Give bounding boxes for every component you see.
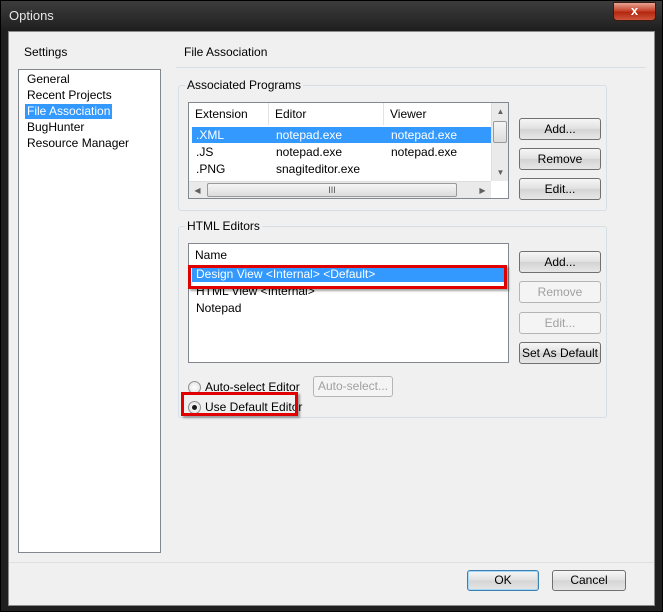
column-header-name[interactable]: Name (189, 244, 508, 266)
scroll-down-icon[interactable]: ▼ (492, 164, 508, 181)
ok-button[interactable]: OK (467, 570, 539, 591)
vertical-scrollbar[interactable]: ▲ ▼ (491, 103, 508, 181)
table-row[interactable]: .JS notepad.exe notepad.exe (192, 144, 492, 160)
title-bar[interactable]: Options x (1, 1, 662, 31)
close-icon: x (630, 3, 639, 18)
cell-editor: notepad.exe (276, 145, 343, 159)
column-header-extension[interactable]: Extension (189, 103, 269, 125)
settings-item-resource-manager[interactable]: Resource Manager (25, 136, 131, 151)
cell-extension: .PNG (196, 162, 226, 176)
settings-item-file-association[interactable]: File Association (25, 104, 113, 119)
dialog-client-area: Settings General Recent Projects File As… (8, 31, 655, 606)
column-header-editor[interactable]: Editor (269, 103, 384, 125)
associated-edit-button[interactable]: Edit... (519, 178, 601, 200)
associated-programs-group: Associated Programs Extension Editor Vie… (178, 78, 607, 211)
use-default-editor-highlight (181, 392, 298, 416)
associated-add-button[interactable]: Add... (519, 118, 601, 140)
settings-item-general[interactable]: General (25, 72, 72, 87)
footer-separator (9, 562, 654, 563)
auto-select-button[interactable]: Auto-select... (313, 376, 393, 397)
html-editors-list[interactable]: Name Design View <Internal> <Default> HT… (188, 243, 509, 363)
list-item[interactable]: Notepad (192, 300, 241, 316)
scroll-up-icon[interactable]: ▲ (492, 103, 508, 120)
table-row[interactable]: .XML notepad.exe notepad.exe (192, 127, 492, 143)
settings-item-recent-projects[interactable]: Recent Projects (25, 88, 114, 103)
editors-remove-button[interactable]: Remove (519, 281, 601, 303)
settings-label: Settings (24, 45, 68, 59)
panel-title-divider (176, 67, 646, 68)
table-row[interactable]: .PNG snagiteditor.exe (192, 161, 492, 177)
panel-title: File Association (184, 45, 268, 59)
associated-remove-button[interactable]: Remove (519, 148, 601, 170)
design-view-highlight (188, 265, 507, 289)
vertical-scroll-thumb[interactable] (493, 121, 507, 143)
cell-editor: notepad.exe (276, 128, 343, 142)
associated-programs-list[interactable]: Extension Editor Viewer .XML notepad.exe… (188, 102, 509, 199)
options-window: Options x Settings General Recent Projec… (0, 0, 663, 612)
cancel-button[interactable]: Cancel (552, 570, 626, 591)
associated-programs-title: Associated Programs (185, 78, 304, 92)
editors-add-button[interactable]: Add... (519, 251, 601, 273)
scroll-right-icon[interactable]: ▶ (474, 182, 491, 198)
horizontal-scrollbar[interactable]: ◀ III ▶ (189, 181, 491, 198)
close-button[interactable]: x (613, 2, 656, 21)
column-header-viewer[interactable]: Viewer (384, 103, 492, 125)
cell-editor: snagiteditor.exe (276, 162, 361, 176)
set-as-default-button[interactable]: Set As Default (519, 342, 601, 364)
settings-list[interactable]: General Recent Projects File Association… (18, 69, 161, 553)
cell-viewer: notepad.exe (391, 128, 458, 142)
editors-edit-button[interactable]: Edit... (519, 312, 601, 334)
scroll-left-icon[interactable]: ◀ (189, 182, 206, 198)
html-editors-title: HTML Editors (185, 219, 262, 233)
cell-viewer: notepad.exe (391, 145, 458, 159)
cell-extension: .JS (196, 145, 214, 159)
settings-item-bughunter[interactable]: BugHunter (25, 120, 86, 135)
window-title: Options (9, 8, 54, 23)
cell-extension: .XML (196, 128, 225, 142)
html-editors-group: HTML Editors Name Design View <Internal>… (178, 219, 607, 418)
horizontal-scroll-thumb[interactable]: III (207, 183, 457, 197)
